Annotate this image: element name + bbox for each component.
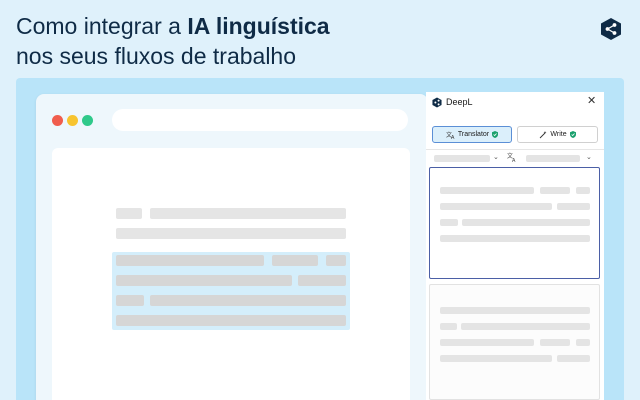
panel-title: DeepL: [446, 97, 473, 107]
selected-text-line: [326, 255, 346, 266]
maximize-window-dot[interactable]: [82, 115, 93, 126]
selected-text-line: [116, 295, 144, 306]
svg-text:A: A: [451, 135, 455, 139]
swap-languages-icon[interactable]: 文 A: [507, 152, 517, 162]
headline: Como integrar a IA linguística nos seus …: [16, 11, 330, 71]
text-placeholder: [116, 208, 142, 219]
selected-text-line: [298, 275, 346, 286]
tab-translator[interactable]: 文 A Translator: [432, 126, 512, 143]
deepl-logo-icon: [601, 18, 621, 40]
tab-write[interactable]: Write: [517, 126, 598, 143]
verified-shield-icon: [492, 131, 499, 138]
selected-text-highlight[interactable]: [112, 252, 350, 330]
headline-line-2: nos seus fluxos de trabalho: [16, 43, 297, 69]
panel-divider: [426, 149, 604, 150]
translation-output-area: [429, 284, 600, 400]
text-placeholder: [557, 355, 590, 362]
magic-wand-icon: [540, 130, 547, 138]
chevron-down-icon[interactable]: ⌄: [493, 153, 499, 161]
source-language-select[interactable]: [434, 155, 490, 162]
deepl-logo-icon: [432, 97, 442, 108]
chevron-down-icon[interactable]: ⌄: [586, 153, 592, 161]
svg-text:A: A: [512, 158, 516, 162]
text-placeholder: [440, 339, 534, 346]
selected-text-line: [116, 255, 264, 266]
source-text-area[interactable]: [429, 167, 600, 279]
text-placeholder: [557, 203, 590, 210]
text-placeholder: [576, 339, 590, 346]
minimize-window-dot[interactable]: [67, 115, 78, 126]
text-placeholder: [440, 307, 590, 314]
text-placeholder: [576, 187, 590, 194]
headline-bold: IA linguística: [187, 13, 330, 39]
text-placeholder: [116, 228, 346, 239]
text-placeholder: [540, 187, 570, 194]
close-window-dot[interactable]: [52, 115, 63, 126]
selected-text-line: [150, 295, 346, 306]
translate-icon: 文 A: [446, 131, 455, 139]
tab-write-label: Write: [550, 131, 567, 138]
text-placeholder: [150, 208, 346, 219]
text-placeholder: [440, 323, 457, 330]
close-panel-button[interactable]: ✕: [587, 95, 596, 107]
verified-shield-icon: [569, 131, 576, 138]
address-bar[interactable]: [112, 109, 408, 131]
selected-text-line: [272, 255, 318, 266]
target-language-select[interactable]: [526, 155, 580, 162]
text-placeholder: [461, 323, 590, 330]
text-placeholder: [440, 187, 534, 194]
deepl-side-panel: DeepL ✕ 文 A Translator Write ⌄ 文 A ⌄: [426, 92, 604, 400]
text-placeholder: [440, 235, 590, 242]
headline-prefix: Como integrar a: [16, 13, 188, 39]
selected-text-line: [116, 315, 346, 326]
illustration-stage: DeepL ✕ 文 A Translator Write ⌄ 文 A ⌄: [16, 78, 624, 400]
text-placeholder: [440, 355, 552, 362]
tab-translator-label: Translator: [457, 131, 490, 138]
text-placeholder: [462, 219, 590, 226]
text-placeholder: [440, 219, 458, 226]
selected-text-line: [116, 275, 292, 286]
text-placeholder: [540, 339, 570, 346]
text-placeholder: [440, 203, 552, 210]
headline-line-1: Como integrar a IA linguística: [16, 11, 330, 41]
